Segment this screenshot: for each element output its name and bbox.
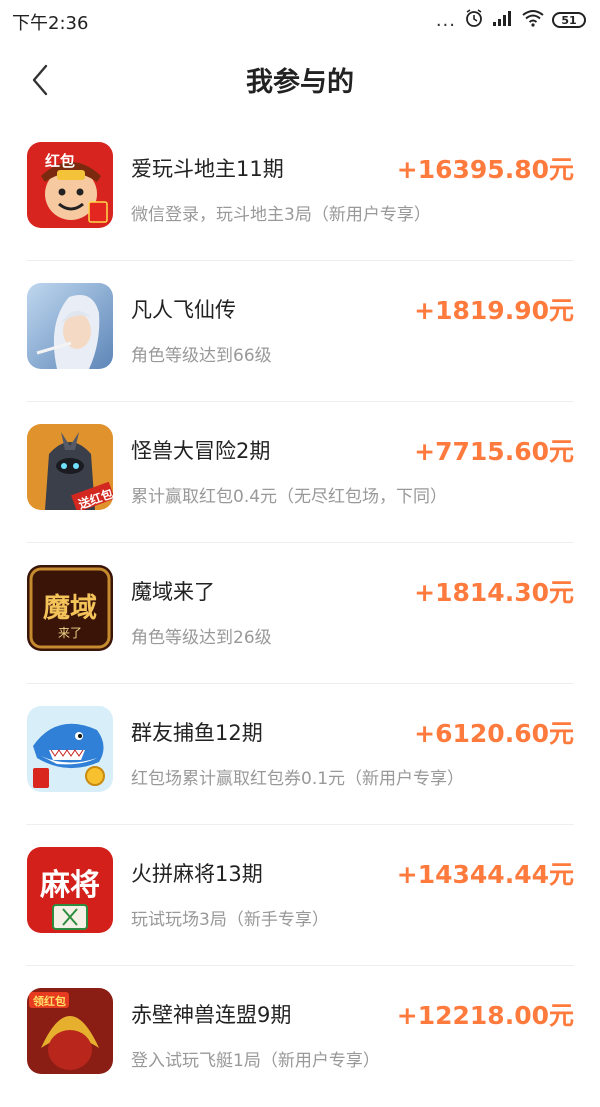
item-amount: +1814.30元 — [414, 578, 574, 607]
item-name: 怪兽大冒险2期 — [131, 439, 271, 463]
status-bar: 下午2:36 ... 51 — [0, 0, 600, 40]
mahjong-game-icon: 麻将 — [27, 847, 113, 933]
chibi-beast-game-icon: 领红包 — [27, 988, 113, 1074]
item-amount: +6120.60元 — [414, 719, 574, 748]
item-amount: +12218.00元 — [396, 1001, 574, 1030]
item-amount: +7715.60元 — [414, 437, 574, 466]
page-title: 我参与的 — [246, 67, 354, 98]
status-icons: ... 51 — [436, 8, 586, 32]
signal-icon — [492, 9, 514, 31]
item-desc: 登入试玩飞艇1局（新用户专享） — [131, 1051, 380, 1071]
more-dots: ... — [435, 9, 456, 31]
game-icon-text: 红包 — [45, 152, 75, 170]
fanren-feixian-game-icon — [27, 283, 113, 369]
item-name: 爱玩斗地主11期 — [131, 157, 284, 181]
item-amount: +16395.80元 — [396, 155, 574, 184]
game-icon-text: 领红包 — [32, 994, 66, 1008]
item-name: 魔域来了 — [131, 580, 215, 604]
list-item[interactable]: 送红包 怪兽大冒险2期 +7715.60元 累计赢取红包0.4元（无尽红包场，下… — [0, 402, 600, 543]
item-desc: 红包场累计赢取红包券0.1元（新用户专享） — [131, 769, 465, 789]
item-desc: 玩试玩场3局（新手专享） — [131, 910, 329, 930]
item-desc: 微信登录，玩斗地主3局（新用户专享） — [131, 205, 431, 225]
wifi-icon — [522, 9, 544, 31]
list-item[interactable]: 凡人飞仙传 +1819.90元 角色等级达到66级 — [0, 261, 600, 402]
fishing-shark-game-icon — [27, 706, 113, 792]
nav-bar: 我参与的 — [0, 42, 600, 116]
game-icon-subtext: 来了 — [58, 626, 82, 640]
alarm-icon — [464, 8, 484, 32]
participated-list: 红包 爱玩斗地主11期 +16395.80元 微信登录，玩斗地主3局（新用户专享… — [0, 120, 600, 1107]
list-item[interactable]: 领红包 赤壁神兽连盟9期 +12218.00元 登入试玩飞艇1局（新用户专享） — [0, 966, 600, 1107]
list-item[interactable]: 红包 爱玩斗地主11期 +16395.80元 微信登录，玩斗地主3局（新用户专享… — [0, 120, 600, 261]
doudizhu-game-icon: 红包 — [27, 142, 113, 228]
item-amount: +14344.44元 — [396, 860, 574, 889]
item-desc: 角色等级达到66级 — [131, 346, 272, 366]
list-item[interactable]: 麻将 火拼麻将13期 +14344.44元 玩试玩场3局（新手专享） — [0, 825, 600, 966]
item-name: 群友捕鱼12期 — [131, 721, 263, 745]
game-icon-text: 魔域 — [43, 593, 97, 624]
status-time: 下午2:36 — [12, 13, 89, 34]
monster-adventure-game-icon: 送红包 — [27, 424, 113, 510]
item-name: 火拼麻将13期 — [131, 862, 263, 886]
item-name: 赤壁神兽连盟9期 — [131, 1003, 292, 1027]
item-desc: 角色等级达到26级 — [131, 628, 272, 648]
item-amount: +1819.90元 — [414, 296, 574, 325]
list-item[interactable]: 群友捕鱼12期 +6120.60元 红包场累计赢取红包券0.1元（新用户专享） — [0, 684, 600, 825]
list-item[interactable]: 魔域 来了 魔域来了 +1814.30元 角色等级达到26级 — [0, 543, 600, 684]
battery-icon: 51 — [552, 12, 586, 28]
game-icon-text: 麻将 — [40, 868, 100, 903]
item-desc: 累计赢取红包0.4元（无尽红包场，下同） — [131, 487, 448, 507]
item-name: 凡人飞仙传 — [131, 298, 236, 322]
moyu-game-icon: 魔域 来了 — [27, 565, 113, 651]
